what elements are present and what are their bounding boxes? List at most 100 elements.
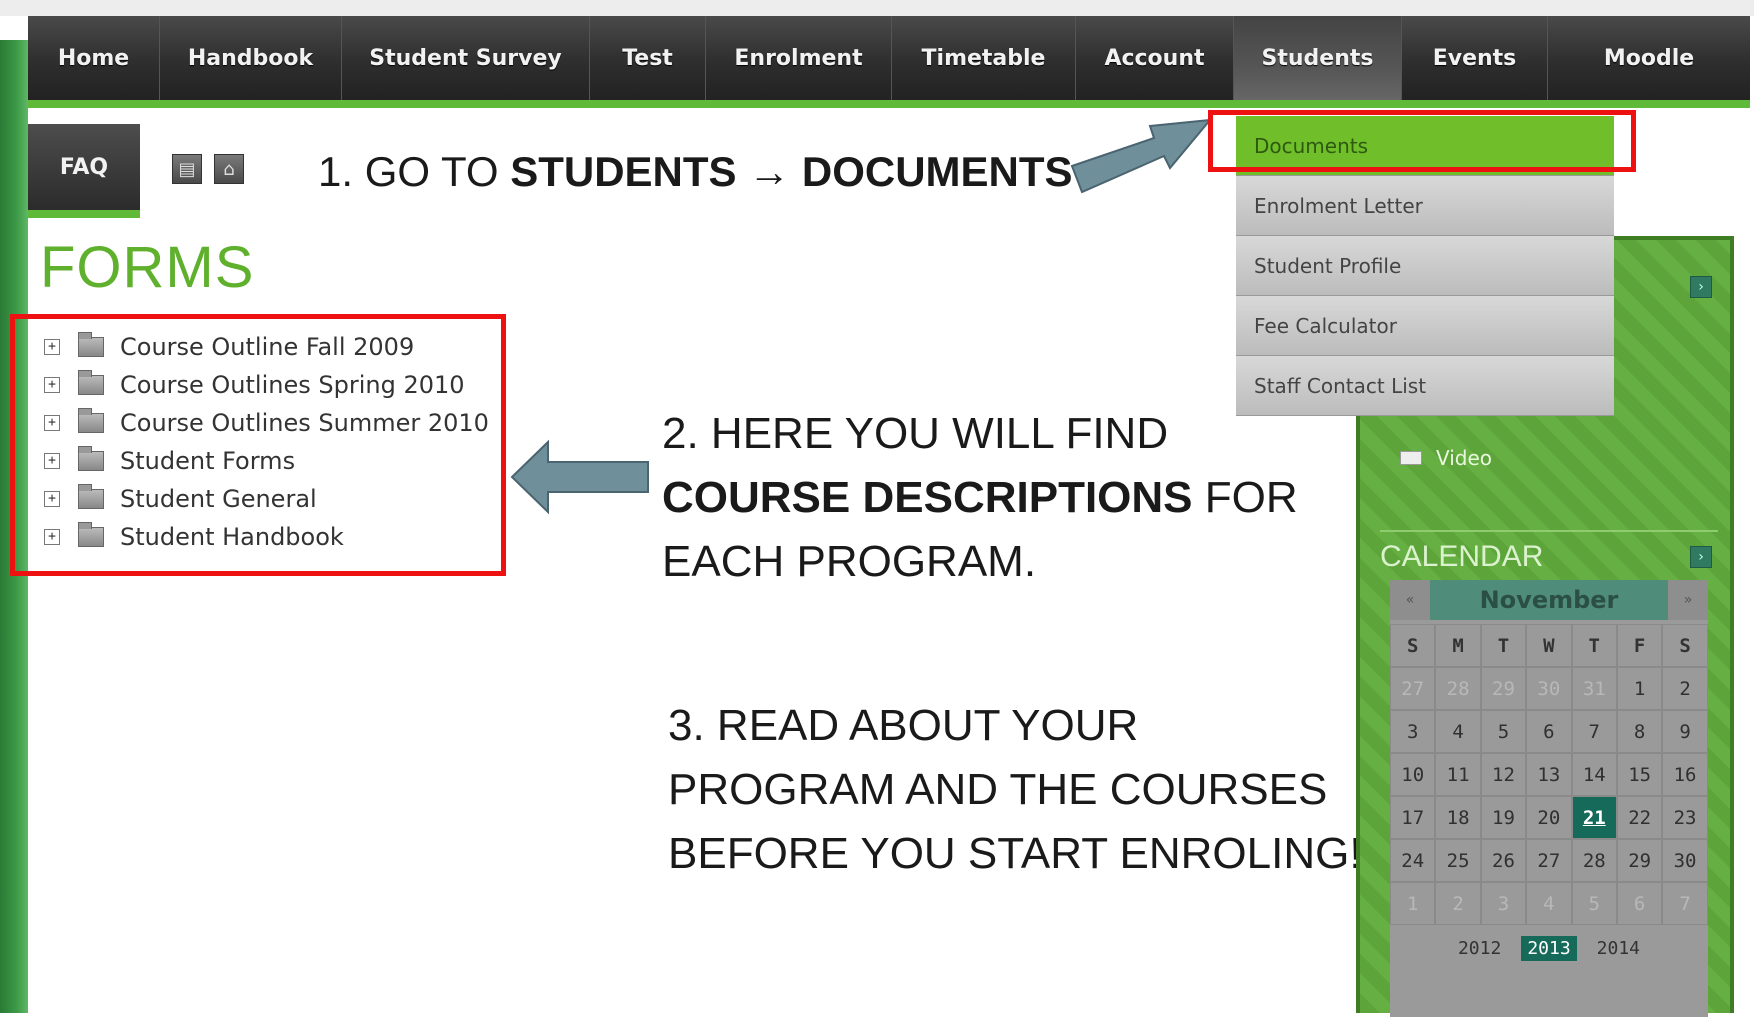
calendar-day[interactable]: 20 (1526, 796, 1572, 839)
calendar-day[interactable]: 5 (1480, 710, 1527, 753)
calendar-weekday: M (1435, 624, 1481, 667)
calendar-title: CALENDAR (1380, 540, 1544, 573)
calendar-day[interactable]: 10 (1390, 753, 1436, 796)
instruction-step-3-line-2: PROGRAM AND THE COURSES (668, 765, 1328, 814)
calendar-day[interactable]: 5 (1571, 882, 1617, 925)
tree-item-label[interactable]: Course Outlines Spring 2010 (120, 371, 465, 399)
calendar-day[interactable]: 28 (1435, 667, 1481, 710)
calendar-day[interactable]: 7 (1662, 882, 1708, 925)
calendar-day[interactable]: 29 (1480, 667, 1527, 710)
expand-icon[interactable]: + (44, 453, 60, 469)
menu-item-student-profile[interactable]: Student Profile (1236, 236, 1614, 296)
nav-home[interactable]: Home (28, 16, 160, 100)
tree-item[interactable]: + Course Outlines Spring 2010 (44, 366, 489, 404)
calendar-day[interactable]: 1 (1616, 667, 1663, 710)
sidebar-expand-icon[interactable]: › (1690, 276, 1712, 298)
calendar-year[interactable]: 2012 (1452, 936, 1507, 961)
calendar-day[interactable]: 30 (1526, 667, 1572, 710)
calendar-day[interactable]: 15 (1616, 753, 1663, 796)
print-icon[interactable]: ▤ (172, 154, 202, 184)
calendar-day[interactable]: 1 (1390, 882, 1436, 925)
nav-students[interactable]: Students (1234, 16, 1402, 100)
menu-item-fee-calculator[interactable]: Fee Calculator (1236, 296, 1614, 356)
calendar-day[interactable]: 17 (1390, 796, 1436, 839)
instruction-step-1-bold: STUDENTS → DOCUMENTS (510, 148, 1073, 195)
tree-item-label[interactable]: Course Outline Fall 2009 (120, 333, 414, 361)
calendar-day[interactable]: 2 (1662, 667, 1708, 710)
sidebar-video-link[interactable]: Video (1400, 446, 1492, 470)
calendar-day[interactable]: 27 (1526, 839, 1572, 882)
nav-handbook[interactable]: Handbook (160, 16, 342, 100)
nav-account[interactable]: Account (1076, 16, 1234, 100)
tree-item[interactable]: + Student Handbook (44, 518, 489, 556)
expand-icon[interactable]: + (44, 491, 60, 507)
calendar-day[interactable]: 19 (1480, 796, 1527, 839)
calendar-day[interactable]: 14 (1571, 753, 1617, 796)
calendar-grid: S M T W T F S 27 28 29 30 31 1 2 3 4 5 6 7 8 9 10 11 12 13 14 15 16… (1390, 624, 1708, 925)
tree-item-label[interactable]: Student Forms (120, 447, 295, 475)
nav-enrolment[interactable]: Enrolment (706, 16, 892, 100)
calendar-year[interactable]: 2013 (1521, 936, 1577, 961)
folder-icon (78, 522, 104, 547)
instruction-step-2-line-1: 2. HERE YOU WILL FIND (662, 409, 1169, 458)
calendar-day[interactable]: 18 (1435, 796, 1481, 839)
tree-item[interactable]: + Student General (44, 480, 489, 518)
nav-test[interactable]: Test (590, 16, 706, 100)
calendar-day[interactable]: 29 (1616, 839, 1663, 882)
sidebar-video-label[interactable]: Video (1436, 446, 1492, 470)
calendar-day[interactable]: 2 (1435, 882, 1481, 925)
tree-item[interactable]: + Student Forms (44, 442, 489, 480)
instruction-step-2-after: FOR (1192, 473, 1298, 522)
calendar-day[interactable]: 8 (1616, 710, 1663, 753)
expand-icon[interactable]: + (44, 529, 60, 545)
calendar-day[interactable]: 12 (1480, 753, 1527, 796)
calendar-day[interactable]: 13 (1526, 753, 1572, 796)
calendar-day[interactable]: 24 (1390, 839, 1436, 882)
calendar-year[interactable]: 2014 (1591, 936, 1646, 961)
menu-item-enrolment-letter[interactable]: Enrolment Letter (1236, 176, 1614, 236)
calendar-day[interactable]: 7 (1571, 710, 1617, 753)
calendar-weekday-row: SMTWTFS (1390, 624, 1708, 667)
expand-icon[interactable]: + (44, 415, 60, 431)
calendar-day[interactable]: 30 (1662, 839, 1708, 882)
nav-student-survey[interactable]: Student Survey (342, 16, 590, 100)
calendar-day[interactable]: 6 (1526, 710, 1572, 753)
tree-item[interactable]: + Course Outlines Summer 2010 (44, 404, 489, 442)
calendar-day[interactable]: 28 (1571, 839, 1617, 882)
calendar-week-row: 24 25 26 27 28 29 30 (1390, 839, 1708, 882)
calendar-weekday: S (1662, 624, 1708, 667)
calendar-day[interactable]: 11 (1435, 753, 1481, 796)
nav-timetable[interactable]: Timetable (892, 16, 1076, 100)
calendar-prev-button[interactable]: « (1390, 580, 1430, 620)
calendar-day[interactable]: 3 (1390, 710, 1436, 753)
calendar-day[interactable]: 4 (1435, 710, 1481, 753)
calendar-day[interactable]: 27 (1390, 667, 1436, 710)
calendar-day[interactable]: 26 (1480, 839, 1527, 882)
calendar-years: 2012 2013 2014 (1390, 936, 1708, 961)
calendar-next-button[interactable]: » (1668, 580, 1708, 620)
tree-item-label[interactable]: Course Outlines Summer 2010 (120, 409, 489, 437)
tree-item-label[interactable]: Student Handbook (120, 523, 344, 551)
nav-moodle[interactable]: Moodle (1548, 16, 1750, 100)
calendar-expand-icon[interactable]: › (1690, 546, 1712, 568)
tree-item-label[interactable]: Student General (120, 485, 317, 513)
expand-icon[interactable]: + (44, 377, 60, 393)
calendar-day[interactable]: 22 (1616, 796, 1663, 839)
folder-icon (78, 484, 104, 509)
calendar-day[interactable]: 23 (1662, 796, 1708, 839)
calendar-day[interactable]: 21 (1571, 796, 1617, 839)
calendar-day[interactable]: 3 (1480, 882, 1527, 925)
calendar-day[interactable]: 25 (1435, 839, 1481, 882)
expand-icon[interactable]: + (44, 339, 60, 355)
nav-events[interactable]: Events (1402, 16, 1548, 100)
calendar-day[interactable]: 16 (1662, 753, 1708, 796)
menu-item-staff-contact-list[interactable]: Staff Contact List (1236, 356, 1614, 416)
tree-item[interactable]: + Course Outline Fall 2009 (44, 328, 489, 366)
calendar-day[interactable]: 4 (1526, 882, 1572, 925)
instruction-step-3-line-3: BEFORE YOU START ENROLING! (668, 829, 1362, 878)
calendar-day[interactable]: 9 (1662, 710, 1708, 753)
faq-tab[interactable]: FAQ (28, 124, 140, 218)
calendar-day[interactable]: 31 (1571, 667, 1617, 710)
calendar-day[interactable]: 6 (1616, 882, 1663, 925)
home-icon[interactable]: ⌂ (214, 154, 244, 184)
